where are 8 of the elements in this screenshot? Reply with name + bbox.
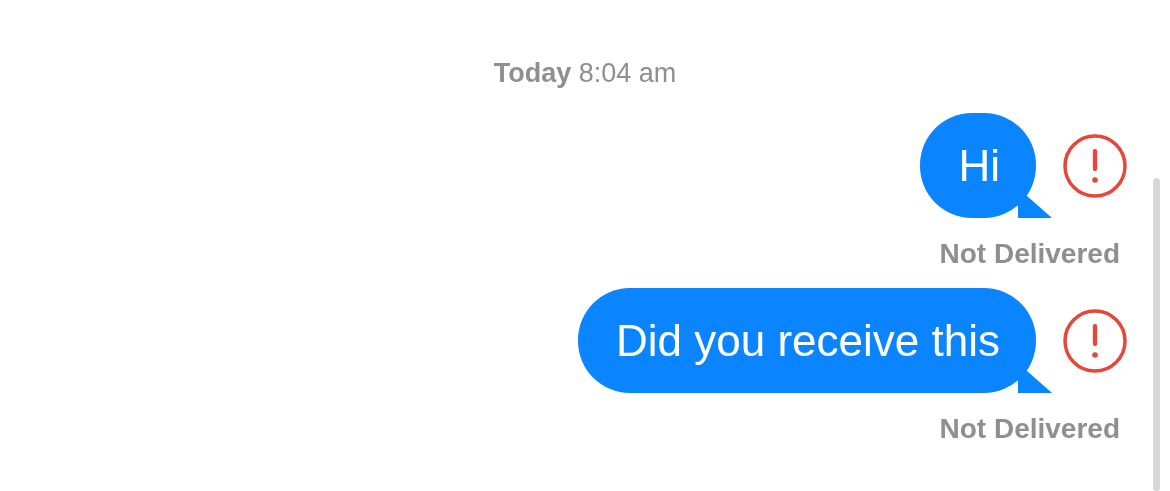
error-icon[interactable] [1062, 132, 1128, 199]
message-bubble: Did you receive this [578, 288, 1052, 394]
error-icon[interactable] [1062, 307, 1128, 374]
delivery-status: Not Delivered [939, 238, 1120, 270]
timestamp: Today 8:04 am [492, 57, 678, 90]
delivery-status: Not Delivered [939, 413, 1120, 445]
message-bubble: Hi [920, 113, 1052, 219]
scrollbar[interactable] [1153, 178, 1160, 491]
